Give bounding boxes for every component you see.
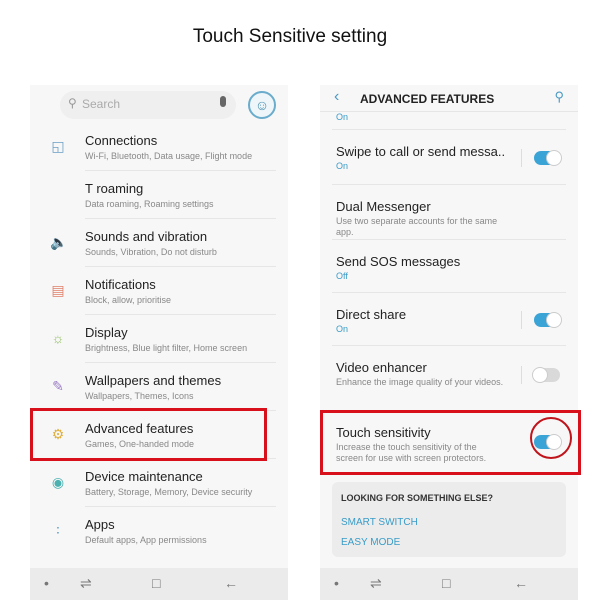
feature-row[interactable]: Video enhancer Enhance the image quality … [320,346,578,404]
advanced-features-screen: On Swipe to call or send messa.. On Dual M… [320,85,578,600]
feature-toggle[interactable] [534,149,562,166]
item-subtitle: Brightness, Blue light filter, Home scre… [85,343,248,353]
search-icon[interactable]: ⚲ [554,89,564,105]
feature-title: Video enhancer [336,360,427,375]
partial-status: On [336,112,349,122]
easy-mode-link[interactable]: EASY MODE [341,537,400,548]
item-title: T roaming [85,181,144,196]
back-icon[interactable]: ← [514,575,528,591]
feature-subtitle: Enhance the image quality of your videos… [336,377,504,387]
settings-item[interactable]: ▤ Notifications Block, allow, prioritise [30,267,288,315]
header: ‹ ADVANCED FEATURES ⚲ [320,85,578,112]
item-title: Connections [85,133,158,148]
maintenance-icon: ◉ [51,474,65,490]
apps-icon: ∶ [56,522,60,538]
feature-row[interactable]: Direct share On [320,293,578,346]
dot-icon[interactable]: • [334,575,339,591]
settings-item[interactable]: ◉ Device maintenance Battery, Storage, Mem… [30,459,288,507]
feature-title: Direct share [336,307,407,322]
feature-row[interactable]: Send SOS messages Off [320,240,578,293]
settings-item[interactable]: ✎ Wallpapers and themes Wallpapers, Themes… [30,363,288,411]
item-subtitle: Wi-Fi, Bluetooth, Data usage, Flight mod… [85,151,253,161]
feature-toggle[interactable] [532,367,560,383]
item-subtitle: Battery, Storage, Memory, Device securit… [85,487,253,497]
smart-switch-link[interactable]: SMART SWITCH [341,517,418,528]
screen-title: ADVANCED FEATURES [360,92,495,106]
highlight-toggle-circle [530,417,572,459]
display-icon: ☼ [51,330,65,346]
item-title: Apps [85,517,115,532]
feature-title: Swipe to call or send messa.. [336,144,506,159]
card-heading: LOOKING FOR SOMETHING ELSE? [341,493,494,503]
item-title: Wallpapers and themes [85,373,222,388]
home-icon[interactable]: □ [152,575,160,591]
feature-title: Dual Messenger [336,199,431,214]
feature-subtitle: On [336,324,349,334]
feature-row[interactable]: Dual Messenger Use two separate accounts … [320,185,578,240]
settings-item[interactable]: ◱ Connections Wi-Fi, Bluetooth, Data usage… [30,123,288,171]
item-title: Display [85,325,128,340]
feature-title: Send SOS messages [336,254,461,269]
recents-icon[interactable]: ⇌ [80,575,92,592]
home-icon[interactable]: □ [442,575,450,591]
highlight-advanced-features [30,408,267,461]
feature-subtitle: Use two separate accounts for the same a… [336,216,498,237]
nav-bar: • ⇌ □ ← [320,568,578,600]
item-subtitle: Block, allow, prioritise [85,295,172,305]
feature-toggle[interactable] [534,311,562,328]
dot-icon[interactable]: • [44,575,49,591]
speaker-icon: 🔈 [50,234,68,250]
partial-row: On [320,112,578,130]
feature-subtitle: On [336,161,349,171]
item-subtitle: Default apps, App permissions [85,535,207,545]
item-title: Sounds and vibration [85,229,208,244]
settings-item[interactable]: 🔈 Sounds and vibration Sounds, Vibration, … [30,219,288,267]
connections-icon: ◱ [51,138,65,154]
brush-icon: ✎ [52,378,64,394]
settings-item[interactable]: ☼ Display Brightness, Blue light filter, H… [30,315,288,363]
back-icon[interactable]: ← [224,575,238,591]
profile-icon[interactable]: ☺ [248,91,276,119]
item-subtitle: Data roaming, Roaming settings [85,199,214,209]
item-title: Notifications [85,277,156,292]
search-input[interactable]: ⚲ Search [60,91,236,119]
page-title: Touch Sensitive setting [192,26,388,47]
notifications-icon: ▤ [51,282,65,298]
back-icon[interactable]: ‹ [334,88,339,106]
feature-row[interactable]: Swipe to call or send messa.. On [320,130,578,185]
search-placeholder: Search [82,97,121,111]
mic-icon[interactable] [220,96,226,107]
settings-screen: ⚲ Search ☺ ◱ Connections Wi-Fi, Bluetooth,… [30,85,288,600]
item-subtitle: Sounds, Vibration, Do not disturb [85,247,217,257]
feature-subtitle: Off [336,271,348,281]
suggestions-card: LOOKING FOR SOMETHING ELSE? SMART SWITCH… [332,482,566,557]
settings-item[interactable]: ∶ Apps Default apps, App permissions [30,507,288,555]
settings-item[interactable]: T roaming Data roaming, Roaming settings [30,171,288,219]
item-title: Device maintenance [85,469,203,484]
nav-bar: • ⇌ □ ← [30,568,288,600]
search-icon: ⚲ [68,96,77,110]
item-subtitle: Wallpapers, Themes, Icons [85,391,194,401]
recents-icon[interactable]: ⇌ [370,575,382,592]
